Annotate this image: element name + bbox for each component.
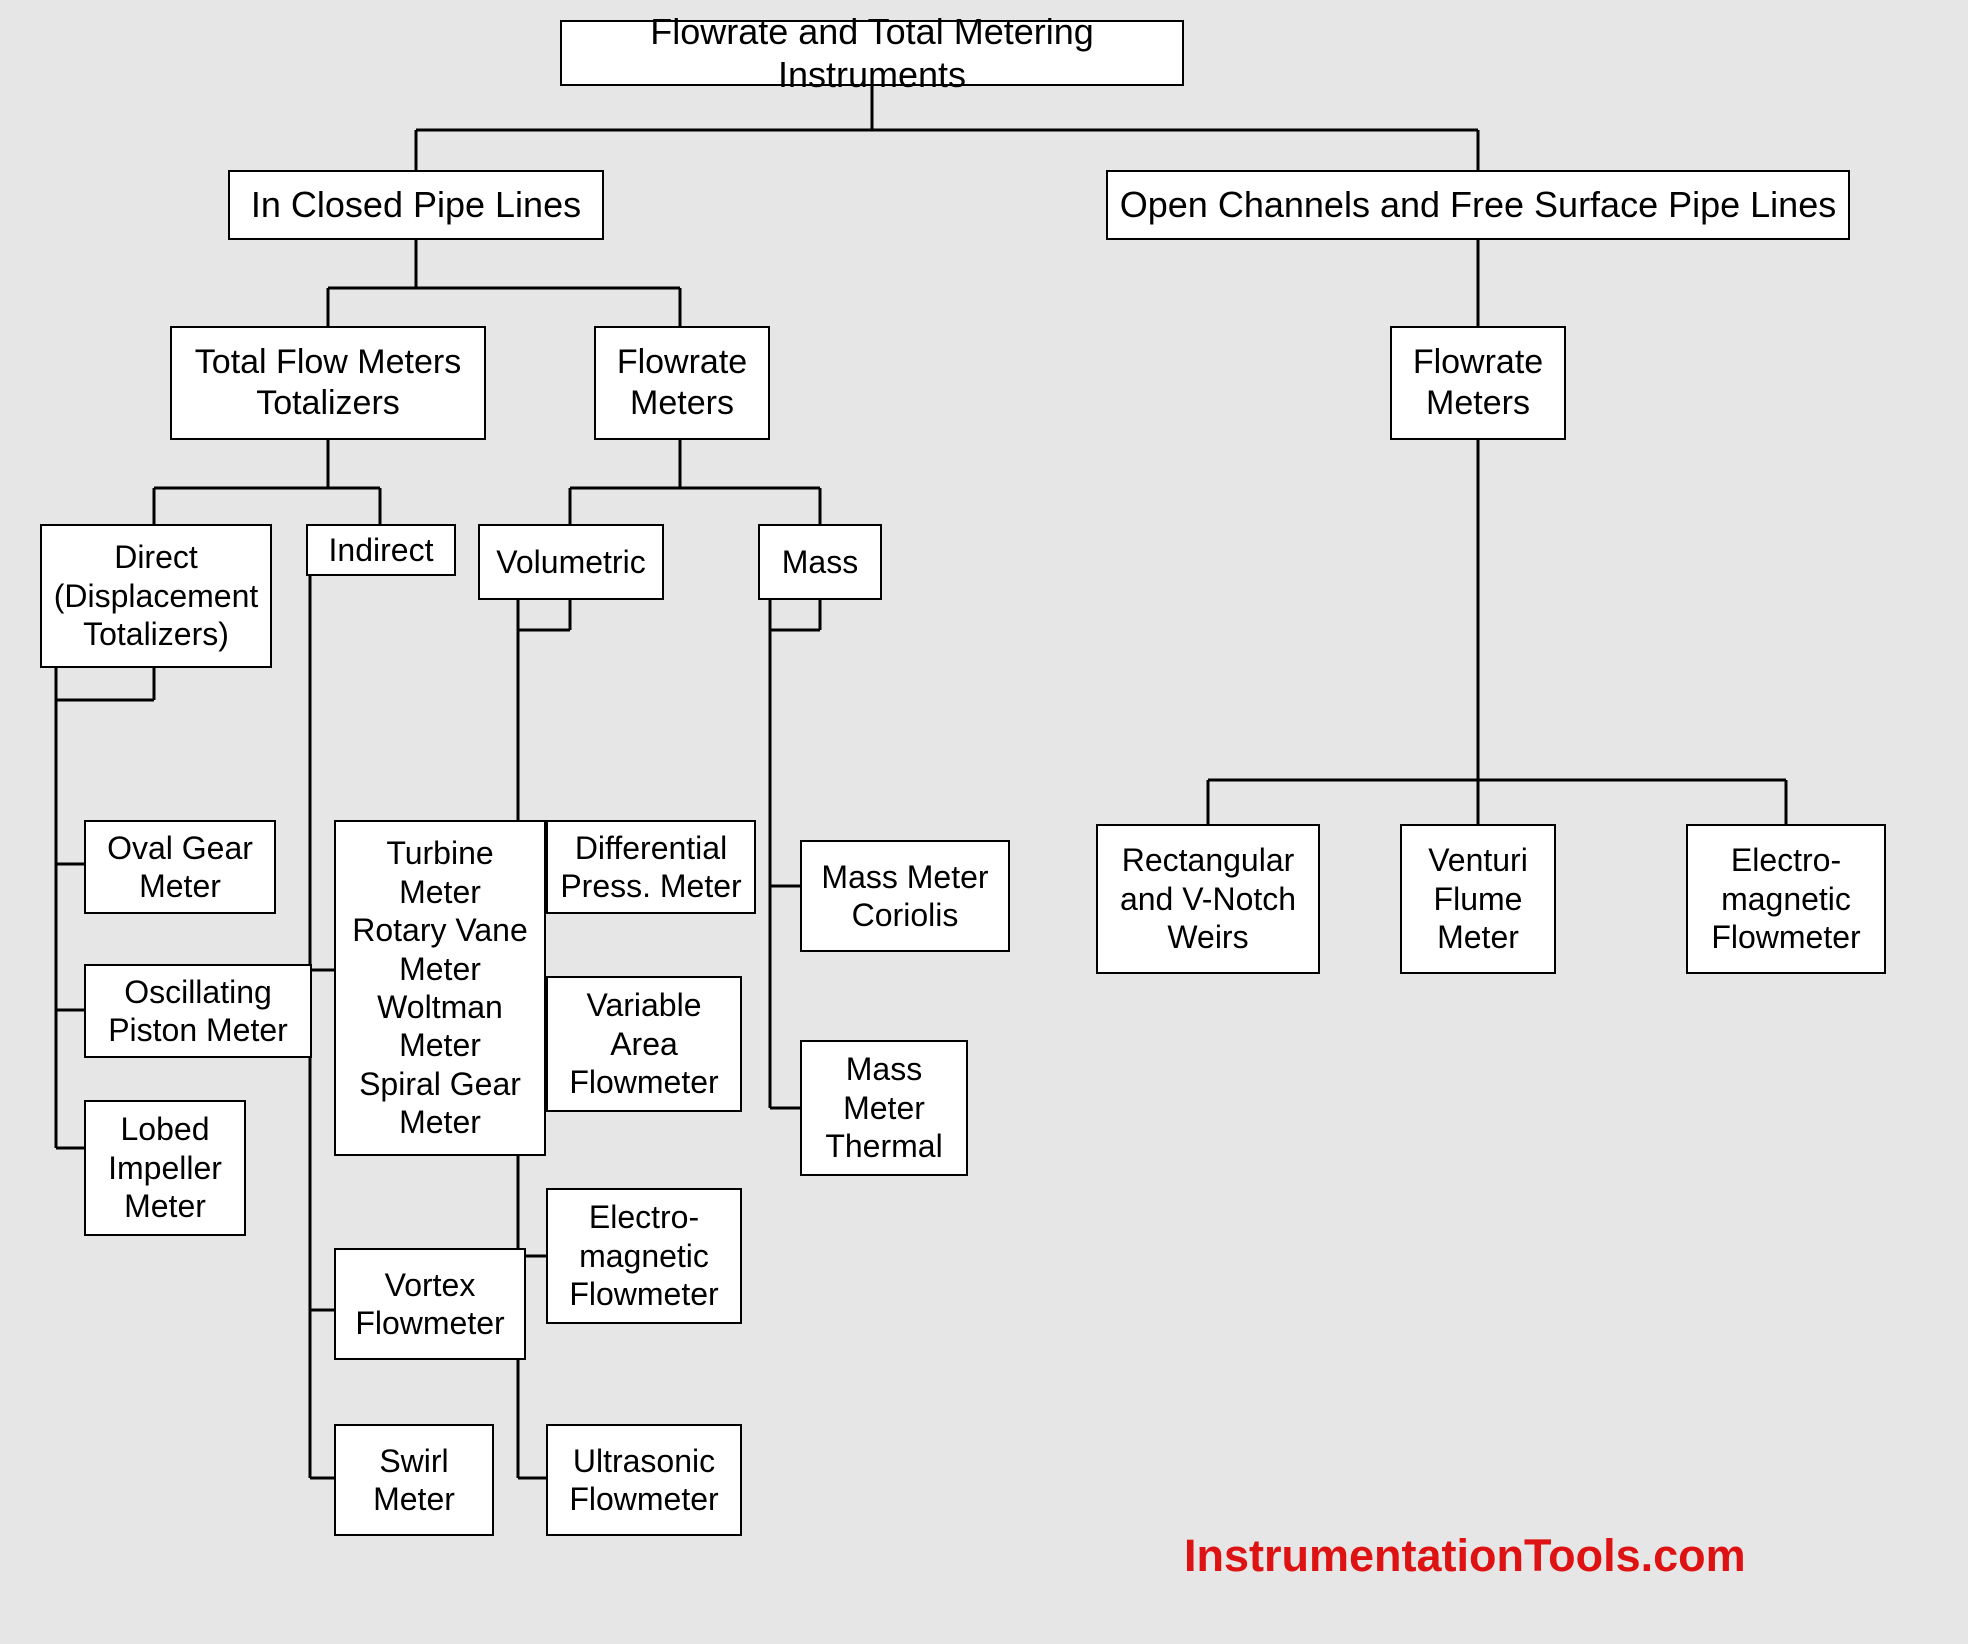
leaf-swirl-label: Swirl Meter xyxy=(373,1442,455,1519)
node-volumetric-label: Volumetric xyxy=(496,543,645,581)
leaf-weirs-label: Rectangular and V-Notch Weirs xyxy=(1120,841,1296,956)
leaf-oval-gear: Oval Gear Meter xyxy=(84,820,276,914)
leaf-lobed-impeller-label: Lobed Impeller Meter xyxy=(108,1110,222,1225)
node-flowrate-open-label: Flowrate Meters xyxy=(1413,342,1543,424)
node-volumetric: Volumetric xyxy=(478,524,664,600)
leaf-oval-gear-label: Oval Gear Meter xyxy=(107,829,253,906)
node-closed-pipe: In Closed Pipe Lines xyxy=(228,170,604,240)
node-closed-pipe-label: In Closed Pipe Lines xyxy=(251,183,581,226)
leaf-oscillating-piston: Oscillating Piston Meter xyxy=(84,964,312,1058)
leaf-em-flowmeter-open-label: Electro- magnetic Flowmeter xyxy=(1711,841,1860,956)
node-total-flow-label: Total Flow Meters Totalizers xyxy=(195,342,461,424)
node-direct: Direct (Displacement Totalizers) xyxy=(40,524,272,668)
connector-lines xyxy=(0,0,1968,1644)
leaf-lobed-impeller: Lobed Impeller Meter xyxy=(84,1100,246,1236)
node-flowrate-closed-label: Flowrate Meters xyxy=(617,342,747,424)
node-total-flow: Total Flow Meters Totalizers xyxy=(170,326,486,440)
leaf-coriolis: Mass Meter Coriolis xyxy=(800,840,1010,952)
node-root-label: Flowrate and Total Metering Instruments xyxy=(572,10,1172,96)
node-root: Flowrate and Total Metering Instruments xyxy=(560,20,1184,86)
leaf-weirs: Rectangular and V-Notch Weirs xyxy=(1096,824,1320,974)
node-open-channels-label: Open Channels and Free Surface Pipe Line… xyxy=(1120,183,1836,226)
leaf-vortex: Vortex Flowmeter xyxy=(334,1248,526,1360)
leaf-thermal-label: Mass Meter Thermal xyxy=(825,1050,942,1165)
node-flowrate-open: Flowrate Meters xyxy=(1390,326,1566,440)
leaf-va-flowmeter: Variable Area Flowmeter xyxy=(546,976,742,1112)
node-indirect-label: Indirect xyxy=(329,531,434,569)
leaf-thermal: Mass Meter Thermal xyxy=(800,1040,968,1176)
leaf-em-flowmeter-closed: Electro- magnetic Flowmeter xyxy=(546,1188,742,1324)
node-flowrate-closed: Flowrate Meters xyxy=(594,326,770,440)
node-direct-label: Direct (Displacement Totalizers) xyxy=(54,538,259,653)
leaf-va-flowmeter-label: Variable Area Flowmeter xyxy=(569,986,718,1101)
watermark: InstrumentationTools.com xyxy=(1184,1530,1746,1582)
leaf-swirl: Swirl Meter xyxy=(334,1424,494,1536)
node-mass-label: Mass xyxy=(782,543,858,581)
leaf-venturi-flume-label: Venturi Flume Meter xyxy=(1428,841,1528,956)
node-indirect: Indirect xyxy=(306,524,456,576)
leaf-ultrasonic: Ultrasonic Flowmeter xyxy=(546,1424,742,1536)
node-mass: Mass xyxy=(758,524,882,600)
watermark-label: InstrumentationTools.com xyxy=(1184,1530,1746,1581)
leaf-diff-press: Differential Press. Meter xyxy=(546,820,756,914)
leaf-indirect-group-label: Turbine Meter Rotary Vane Meter Woltman … xyxy=(352,834,528,1141)
leaf-indirect-group: Turbine Meter Rotary Vane Meter Woltman … xyxy=(334,820,546,1156)
leaf-venturi-flume: Venturi Flume Meter xyxy=(1400,824,1556,974)
leaf-vortex-label: Vortex Flowmeter xyxy=(355,1266,504,1343)
leaf-em-flowmeter-open: Electro- magnetic Flowmeter xyxy=(1686,824,1886,974)
leaf-ultrasonic-label: Ultrasonic Flowmeter xyxy=(569,1442,718,1519)
leaf-em-flowmeter-closed-label: Electro- magnetic Flowmeter xyxy=(569,1198,718,1313)
node-open-channels: Open Channels and Free Surface Pipe Line… xyxy=(1106,170,1850,240)
leaf-coriolis-label: Mass Meter Coriolis xyxy=(821,858,988,935)
leaf-oscillating-piston-label: Oscillating Piston Meter xyxy=(108,973,288,1050)
leaf-diff-press-label: Differential Press. Meter xyxy=(560,829,741,906)
